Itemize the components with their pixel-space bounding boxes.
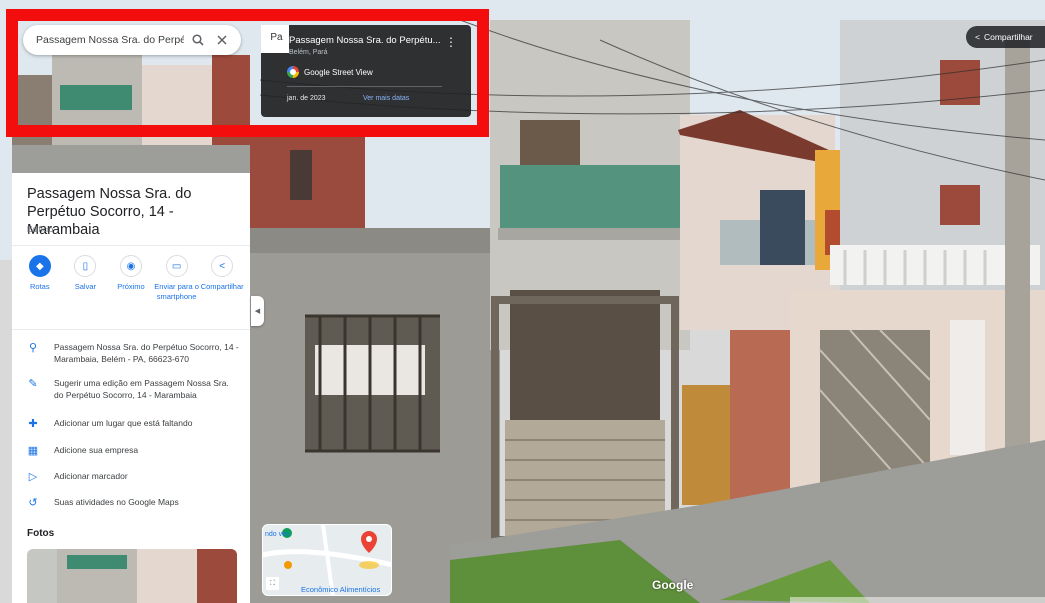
street-view-subtitle: Belém, Pará bbox=[289, 49, 328, 56]
store-icon: ▦ bbox=[27, 445, 39, 457]
maps-activity-row[interactable]: ↺ Suas atividades no Google Maps bbox=[12, 496, 250, 509]
nearby-icon: ◉ bbox=[119, 255, 142, 277]
divider bbox=[12, 329, 250, 330]
bookmark-icon: ▯ bbox=[74, 255, 97, 277]
directions-icon: ◆ bbox=[28, 255, 51, 277]
place-panel: Passagem Nossa Sra. do Perpétuo Socorro,… bbox=[12, 0, 250, 603]
place-type: Edifício bbox=[27, 225, 54, 234]
suggest-edit-row[interactable]: ✎ Sugerir uma edição em Passagem Nossa S… bbox=[12, 377, 250, 401]
add-business-row[interactable]: ▦ Adicione sua empresa bbox=[12, 444, 250, 457]
action-label: Compartilhar bbox=[200, 282, 244, 291]
action-label: Salvar bbox=[74, 282, 97, 291]
action-label: Enviar para o smartphone bbox=[154, 282, 199, 301]
photos-heading: Fotos bbox=[27, 528, 55, 539]
capture-date: jan. de 2023 bbox=[287, 95, 326, 102]
save-button[interactable]: ▯ Salvar bbox=[64, 255, 106, 302]
label-icon: ▷ bbox=[28, 471, 38, 483]
street-view-card: Pa Passagem Nossa Sra. do Perpétu... Bel… bbox=[261, 25, 471, 117]
more-options-icon[interactable]: ⋮ bbox=[445, 35, 457, 49]
share-button[interactable]: < Compartilhar bbox=[966, 26, 1045, 48]
google-logo-icon bbox=[287, 66, 299, 78]
share-place-button[interactable]: < Compartilhar bbox=[200, 255, 244, 302]
see-more-dates-link[interactable]: Ver mais datas bbox=[363, 95, 409, 102]
street-view-title: Passagem Nossa Sra. do Perpétu... bbox=[289, 35, 441, 46]
google-watermark: Google bbox=[652, 578, 694, 592]
divider bbox=[287, 86, 442, 87]
history-icon: ↺ bbox=[28, 497, 38, 509]
nearby-button[interactable]: ◉ Próximo bbox=[110, 255, 152, 302]
street-view-thumbnail[interactable]: Pa bbox=[261, 25, 289, 53]
search-input[interactable]: Passagem Nossa Sra. do Perpétuo S bbox=[36, 34, 184, 46]
street-view-brand: Google Street View bbox=[287, 66, 373, 78]
chevron-left-icon: ◀ bbox=[254, 308, 261, 315]
location-pin-icon: ⚲ bbox=[28, 342, 38, 354]
map-label: Econômico Alimentícios bbox=[301, 585, 381, 594]
share-icon: < bbox=[211, 255, 234, 277]
close-icon[interactable] bbox=[212, 30, 232, 50]
footer-attribution bbox=[790, 597, 1045, 603]
add-place-icon: ✚ bbox=[28, 418, 38, 430]
search-bar[interactable]: Passagem Nossa Sra. do Perpétuo S bbox=[23, 25, 241, 55]
panel-body: Passagem Nossa Sra. do Perpétuo Socorro,… bbox=[12, 173, 250, 603]
divider bbox=[12, 245, 250, 246]
photo-thumbnail[interactable] bbox=[27, 549, 237, 603]
map-label: ndo ves bbox=[265, 531, 290, 538]
address-row[interactable]: ⚲ Passagem Nossa Sra. do Perpétuo Socorr… bbox=[12, 341, 250, 365]
collapse-panel-button[interactable]: ◀ bbox=[251, 296, 264, 326]
add-label-row[interactable]: ▷ Adicionar marcador bbox=[12, 470, 250, 483]
phone-icon: ▭ bbox=[165, 255, 188, 277]
action-label: Rotas bbox=[30, 282, 50, 291]
mini-map[interactable]: ndo ves Econômico Alimentícios ⛶ bbox=[262, 524, 392, 596]
add-missing-place-row[interactable]: ✚ Adicionar um lugar que está faltando bbox=[12, 417, 250, 430]
action-bar: ◆ Rotas ▯ Salvar ◉ Próximo ▭ Enviar para… bbox=[12, 255, 250, 302]
send-to-phone-button[interactable]: ▭ Enviar para o smartphone bbox=[154, 255, 199, 302]
search-icon[interactable] bbox=[188, 30, 208, 50]
action-label: Próximo bbox=[117, 282, 145, 291]
share-icon: < bbox=[975, 32, 980, 42]
directions-button[interactable]: ◆ Rotas bbox=[19, 255, 61, 302]
pencil-icon: ✎ bbox=[28, 378, 38, 390]
place-title: Passagem Nossa Sra. do Perpétuo Socorro,… bbox=[27, 186, 192, 238]
expand-icon[interactable]: ⛶ bbox=[266, 577, 279, 590]
